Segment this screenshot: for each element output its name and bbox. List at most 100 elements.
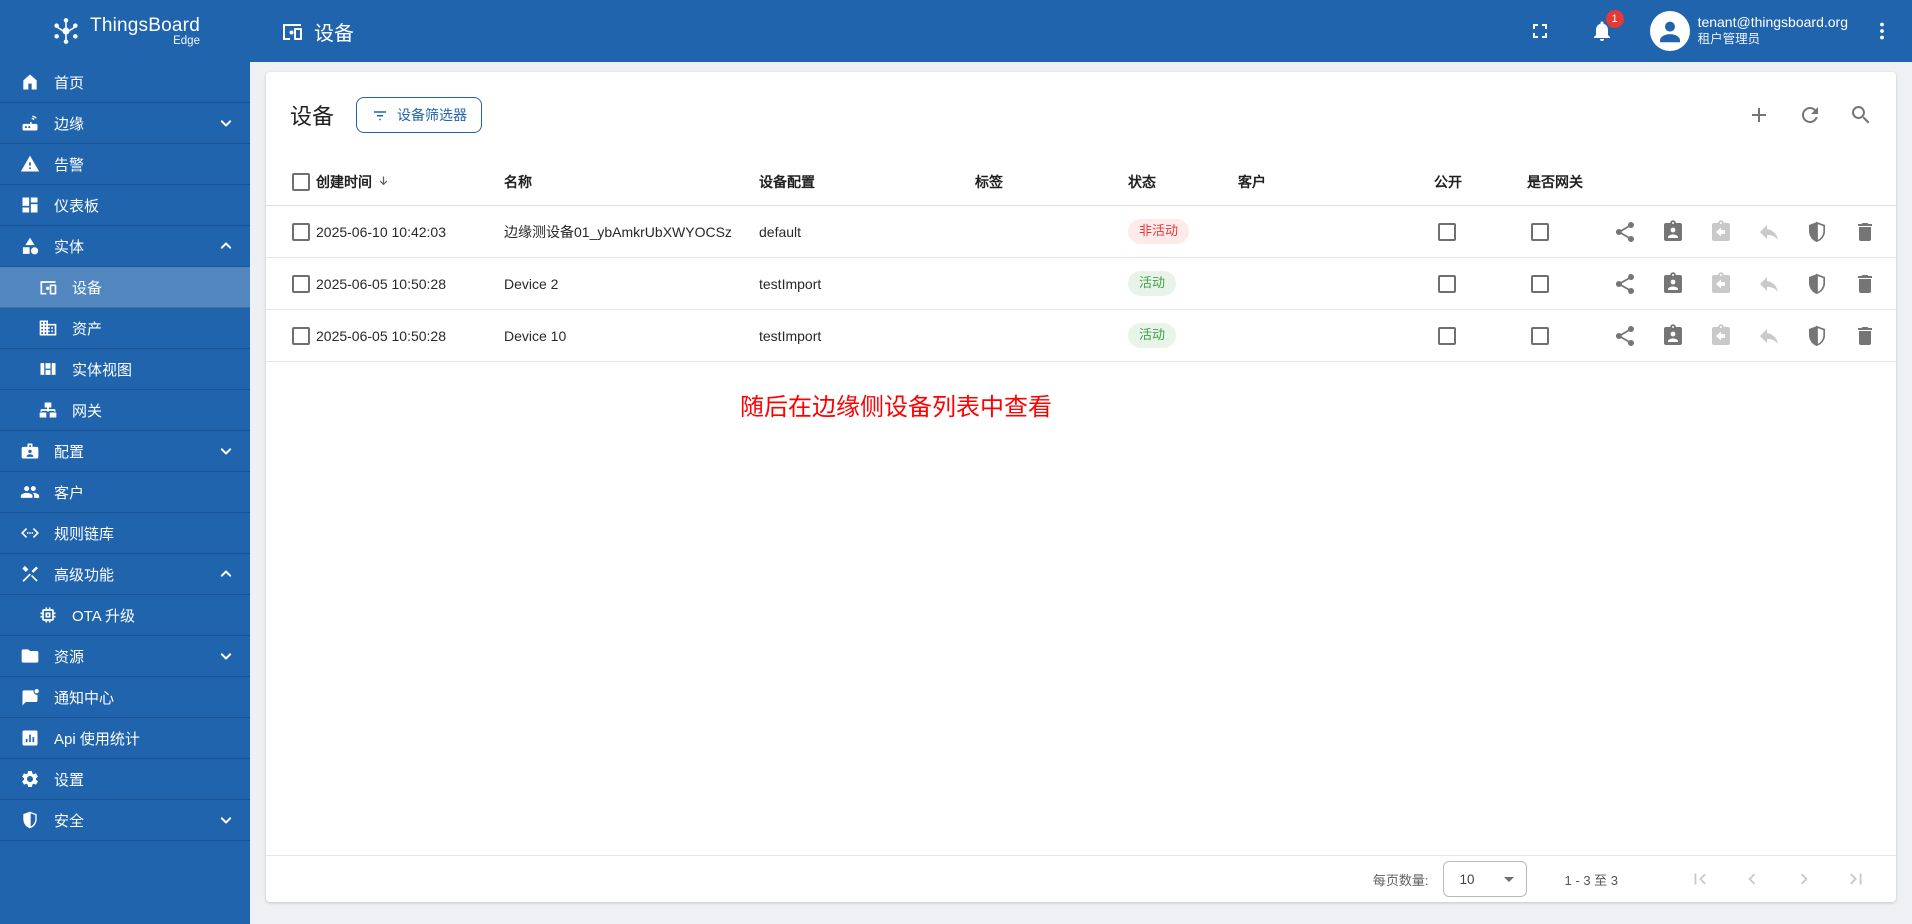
user-email: tenant@thingsboard.org bbox=[1697, 14, 1848, 31]
security-shield-icon bbox=[1809, 221, 1826, 242]
sidebar-item-gateways[interactable]: 网关 bbox=[0, 390, 250, 431]
card-title: 设备 bbox=[290, 104, 335, 129]
column-header-state[interactable]: 状态 bbox=[1128, 172, 1238, 192]
assign-to-customer-button[interactable] bbox=[1661, 271, 1685, 296]
refresh-button[interactable] bbox=[1797, 102, 1823, 128]
device-filter-button[interactable]: 设备筛选器 bbox=[356, 97, 483, 133]
sidebar-item-settings[interactable]: 设置 bbox=[0, 759, 250, 800]
table-row[interactable]: 2025-06-10 10:42:03 边缘测设备01_ybAmkrUbXWYO… bbox=[266, 206, 1896, 258]
sidebar-item-assets[interactable]: 资产 bbox=[0, 308, 250, 349]
share-icon bbox=[1615, 221, 1634, 242]
reply-arrow-icon bbox=[1760, 276, 1778, 292]
public-checkbox[interactable] bbox=[1438, 222, 1456, 241]
column-header-public[interactable]: 公开 bbox=[1434, 172, 1527, 192]
shield-icon bbox=[20, 810, 40, 830]
sidebar-item-home[interactable]: 首页 bbox=[0, 62, 250, 103]
column-header-is-gateway[interactable]: 是否网关 bbox=[1527, 172, 1613, 192]
avatar[interactable] bbox=[1649, 11, 1690, 51]
per-page-select[interactable]: 10 bbox=[1442, 861, 1527, 897]
page-range-label: 1 - 3 至 3 bbox=[1564, 872, 1618, 888]
thingsboard-logo-icon bbox=[54, 18, 78, 44]
cell-device-profile: testImport bbox=[759, 275, 822, 292]
column-header-name[interactable]: 名称 bbox=[504, 172, 759, 192]
sidebar-item-entities[interactable]: 实体 bbox=[0, 226, 250, 267]
unassign-from-edge-button[interactable] bbox=[1757, 220, 1781, 244]
select-all-checkbox[interactable] bbox=[292, 172, 310, 191]
manage-credentials-button[interactable] bbox=[1805, 324, 1829, 348]
share-button[interactable] bbox=[1613, 272, 1637, 296]
people-icon bbox=[20, 482, 40, 502]
column-header-customer[interactable]: 客户 bbox=[1238, 172, 1434, 192]
fullscreen-button[interactable] bbox=[1520, 11, 1560, 51]
manage-credentials-button[interactable] bbox=[1805, 220, 1829, 244]
chevron-down-icon bbox=[216, 113, 236, 133]
sidebar-item-dashboards[interactable]: 仪表板 bbox=[0, 185, 250, 226]
unassign-from-edge-button[interactable] bbox=[1757, 324, 1781, 348]
first-page-button[interactable] bbox=[1686, 865, 1714, 893]
sidebar-item-label: 设置 bbox=[54, 771, 85, 789]
assign-to-customer-button[interactable] bbox=[1661, 323, 1685, 348]
delete-button[interactable] bbox=[1853, 220, 1877, 244]
delete-button[interactable] bbox=[1853, 272, 1877, 296]
sidebar: 首页 边缘 告警 仪表板 实体 设备 资产 实体视图 网关 配置 客户 规则链库… bbox=[0, 62, 250, 924]
is-gateway-checkbox[interactable] bbox=[1531, 222, 1549, 241]
notification-count-badge: 1 bbox=[1605, 10, 1624, 28]
row-checkbox[interactable] bbox=[292, 222, 310, 241]
row-checkbox[interactable] bbox=[292, 274, 310, 293]
public-checkbox[interactable] bbox=[1438, 326, 1456, 345]
lan-icon bbox=[38, 400, 58, 420]
share-button[interactable] bbox=[1613, 220, 1637, 244]
sidebar-item-edge[interactable]: 边缘 bbox=[0, 103, 250, 144]
sidebar-item-alarms[interactable]: 告警 bbox=[0, 144, 250, 185]
share-icon bbox=[1615, 325, 1634, 346]
unassign-from-customer-button[interactable] bbox=[1709, 219, 1733, 244]
is-gateway-checkbox[interactable] bbox=[1531, 274, 1549, 293]
sidebar-item-rule-chains[interactable]: 规则链库 bbox=[0, 513, 250, 554]
sidebar-item-api-usage[interactable]: Api 使用统计 bbox=[0, 718, 250, 759]
public-checkbox[interactable] bbox=[1438, 274, 1456, 293]
sidebar-item-advanced-features[interactable]: 高级功能 bbox=[0, 554, 250, 595]
next-page-button[interactable] bbox=[1790, 865, 1818, 893]
person-icon bbox=[1659, 21, 1680, 43]
add-device-button[interactable] bbox=[1746, 102, 1772, 128]
pagination-bar: 每页数量: 10 1 - 3 至 3 bbox=[266, 855, 1896, 902]
code-brackets-icon bbox=[20, 523, 40, 543]
sidebar-item-profiles[interactable]: 配置 bbox=[0, 431, 250, 472]
card-header-actions bbox=[1746, 102, 1874, 128]
unassign-from-edge-button[interactable] bbox=[1757, 272, 1781, 296]
sidebar-item-devices[interactable]: 设备 bbox=[0, 267, 250, 308]
is-gateway-checkbox[interactable] bbox=[1531, 326, 1549, 345]
row-checkbox[interactable] bbox=[292, 326, 310, 345]
notifications-button[interactable]: 1 bbox=[1582, 10, 1624, 51]
sidebar-item-notification-center[interactable]: 通知中心 bbox=[0, 677, 250, 718]
column-header-device-profile[interactable]: 设备配置 bbox=[759, 172, 975, 192]
unassign-from-customer-button[interactable] bbox=[1709, 271, 1733, 296]
search-button[interactable] bbox=[1848, 102, 1874, 128]
delete-button[interactable] bbox=[1853, 324, 1877, 348]
sidebar-item-customers[interactable]: 客户 bbox=[0, 472, 250, 513]
sidebar-item-entity-views[interactable]: 实体视图 bbox=[0, 349, 250, 390]
assign-to-customer-button[interactable] bbox=[1661, 219, 1685, 244]
construction-icon bbox=[20, 564, 40, 584]
home-icon bbox=[20, 72, 40, 92]
sidebar-item-label: 配置 bbox=[54, 443, 85, 461]
cell-created-time: 2025-06-05 10:50:28 bbox=[316, 275, 446, 292]
sidebar-item-ota-updates[interactable]: OTA 升级 bbox=[0, 595, 250, 636]
manage-credentials-button[interactable] bbox=[1805, 272, 1829, 296]
sidebar-item-security[interactable]: 安全 bbox=[0, 800, 250, 841]
last-page-button[interactable] bbox=[1842, 865, 1870, 893]
table-row[interactable]: 2025-06-05 10:50:28 Device 10 testImport… bbox=[266, 310, 1896, 362]
gear-icon bbox=[20, 769, 40, 789]
filter-icon bbox=[374, 111, 387, 121]
cell-created-time: 2025-06-05 10:50:28 bbox=[316, 327, 446, 344]
share-button[interactable] bbox=[1613, 324, 1637, 348]
column-header-label[interactable]: 标签 bbox=[975, 172, 1128, 192]
unassign-from-customer-button[interactable] bbox=[1709, 323, 1733, 348]
share-icon bbox=[1615, 273, 1634, 294]
main-content: 设备 设备筛选器 创建时间 名称 设备配置 标签 状态 客户 公开 是否网关 2… bbox=[250, 62, 1912, 924]
sidebar-item-resources[interactable]: 资源 bbox=[0, 636, 250, 677]
previous-page-button[interactable] bbox=[1738, 865, 1766, 893]
column-header-created-time[interactable]: 创建时间 bbox=[316, 172, 504, 192]
more-menu-button[interactable] bbox=[1862, 11, 1902, 51]
table-row[interactable]: 2025-06-05 10:50:28 Device 2 testImport … bbox=[266, 258, 1896, 310]
